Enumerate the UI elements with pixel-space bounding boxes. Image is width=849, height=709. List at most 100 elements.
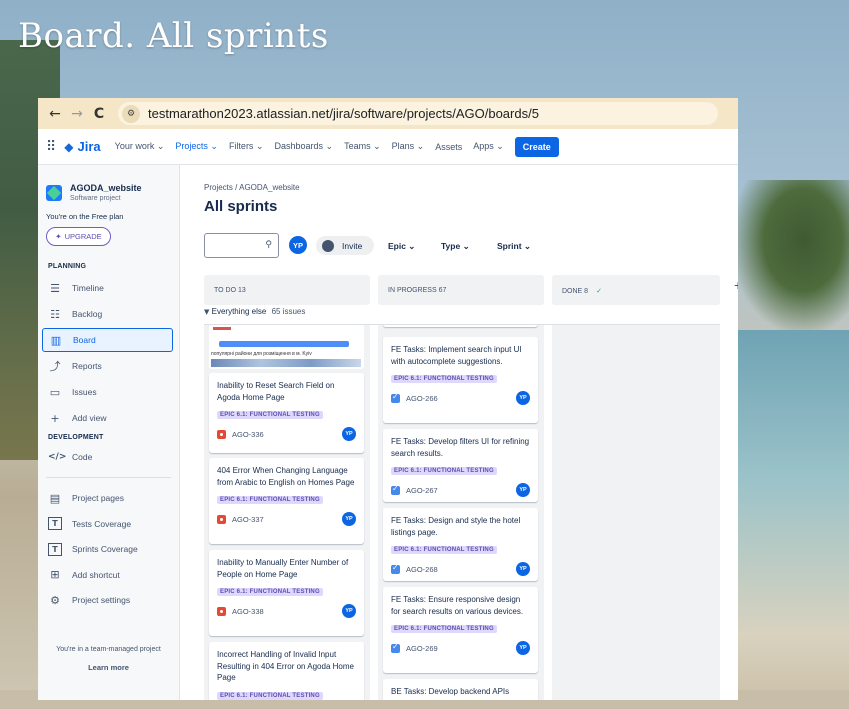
issue-card[interactable]: Inability to Reset Search Field on Agoda…	[209, 373, 364, 453]
sidebar-item-code[interactable]: </> Code	[38, 445, 179, 469]
swimlane-count: 65 issues	[271, 307, 306, 316]
card-partial[interactable]: YP	[383, 325, 538, 327]
assignee-avatar[interactable]: YP	[342, 512, 356, 526]
assignee-avatar[interactable]: YP	[516, 391, 530, 405]
add-column-icon[interactable]: +	[734, 277, 738, 293]
card-title: 404 Error When Changing Language from Ar…	[217, 466, 355, 487]
issue-card[interactable]: BE Tasks: Develop backend APIs	[383, 679, 538, 700]
browser-window: ← → C ⚙ testmarathon2023.atlassian.net/j…	[38, 98, 738, 700]
sidebar-item-label: Reports	[72, 361, 102, 371]
sidebar-item-add-view[interactable]: + Add view	[38, 406, 179, 430]
issue-card[interactable]: FE Tasks: Implement search input UI with…	[383, 337, 538, 423]
issue-key[interactable]: AGO-338	[232, 607, 264, 616]
epic-lozenge[interactable]: EPIC 6.1: FUNCTIONAL TESTING	[391, 625, 497, 633]
jira-logo[interactable]: ◆ Jira	[64, 139, 100, 154]
sidebar-item-label: Code	[72, 452, 93, 462]
sprint-filter[interactable]: Sprint ⌄	[497, 241, 531, 252]
sidebar-item-label: Timeline	[72, 283, 104, 293]
sidebar-item-sprints-coverage[interactable]: T Sprints Coverage	[38, 537, 179, 561]
board-search-input[interactable]: ⚲	[204, 233, 279, 258]
issue-card[interactable]: FE Tasks: Ensure responsive design for s…	[383, 587, 538, 673]
sidebar-item-reports[interactable]: ⤴ Reports	[38, 354, 179, 378]
sidebar-item-issues[interactable]: ▭ Issues	[38, 380, 179, 404]
task-icon	[391, 563, 400, 574]
project-settings-icon: ⚙	[50, 593, 60, 607]
plan-text: You're on the Free plan	[46, 212, 124, 221]
issue-card[interactable]: FE Tasks: Develop filters UI for refinin…	[383, 429, 538, 502]
project-header[interactable]: AGODA_website Software project	[38, 165, 179, 202]
site-settings-icon[interactable]: ⚙	[122, 104, 140, 123]
nav-your-work[interactable]: Your work ⌄	[115, 141, 165, 152]
upgrade-button[interactable]: ✦ UPGRADE	[46, 227, 111, 246]
assignee-avatar[interactable]: YP	[516, 641, 530, 655]
plus-icon: +	[50, 411, 60, 425]
epic-lozenge[interactable]: EPIC 6.1: FUNCTIONAL TESTING	[391, 467, 497, 475]
sidebar-item-project-settings[interactable]: ⚙ Project settings	[38, 588, 179, 612]
back-icon[interactable]: ←	[44, 106, 66, 122]
task-icon	[391, 484, 400, 495]
epic-lozenge[interactable]: EPIC 6.1: FUNCTIONAL TESTING	[217, 691, 323, 700]
forward-icon[interactable]: →	[66, 106, 88, 122]
sidebar-item-board[interactable]: ▥ Board	[42, 328, 173, 352]
issue-card[interactable]: FE Tasks: Design and style the hotel lis…	[383, 508, 538, 581]
epic-lozenge[interactable]: EPIC 6.1: FUNCTIONAL TESTING	[217, 411, 323, 419]
swimlane-header[interactable]: ▼ Everything else 65 issues	[204, 307, 305, 316]
issue-key[interactable]: AGO-268	[406, 565, 438, 574]
sidebar-item-timeline[interactable]: ☰ Timeline	[38, 276, 179, 300]
issue-key[interactable]: AGO-266	[406, 394, 438, 403]
issue-key[interactable]: AGO-337	[232, 515, 264, 524]
avatar[interactable]: YP	[289, 236, 307, 254]
learn-more-link[interactable]: Learn more	[38, 663, 179, 672]
issue-key[interactable]: AGO-267	[406, 486, 438, 495]
epic-filter[interactable]: Epic ⌄	[388, 241, 415, 252]
epic-lozenge[interactable]: EPIC 6.1: FUNCTIONAL TESTING	[217, 496, 323, 504]
reload-icon[interactable]: C	[88, 106, 110, 122]
issue-card[interactable]: Inability to Manually Enter Number of Pe…	[209, 550, 364, 636]
assignee-avatar[interactable]: YP	[516, 562, 530, 576]
url-text[interactable]: testmarathon2023.atlassian.net/jira/soft…	[148, 106, 539, 121]
issue-key[interactable]: AGO-336	[232, 430, 264, 439]
invite-button[interactable]: Invite	[316, 236, 374, 255]
column-label: IN PROGRESS 67	[388, 287, 447, 294]
card-title: Incorrect Handling of Invalid Input Resu…	[217, 650, 354, 682]
column-header-done[interactable]: DONE 8 ✓	[552, 275, 720, 305]
app-switcher-icon[interactable]: ⠿	[46, 139, 56, 155]
backlog-icon: ☷	[50, 307, 60, 321]
assignee-avatar[interactable]: YP	[342, 427, 356, 441]
type-filter[interactable]: Type ⌄	[441, 241, 470, 252]
jira-top-nav: ⠿ ◆ Jira Your work ⌄ Projects ⌄ Filters ⌄…	[38, 129, 738, 165]
sidebar-item-add-shortcut[interactable]: ⊞ Add shortcut	[38, 563, 179, 587]
epic-lozenge[interactable]: EPIC 6.1: FUNCTIONAL TESTING	[391, 375, 497, 383]
nav-assets[interactable]: Assets	[435, 142, 462, 152]
card-footer: AGO-266 YP	[391, 391, 530, 405]
issue-card[interactable]: 404 Error When Changing Language from Ar…	[209, 458, 364, 544]
nav-plans[interactable]: Plans ⌄	[392, 141, 425, 152]
planning-heading: PLANNING	[48, 263, 87, 270]
nav-apps[interactable]: Apps ⌄	[473, 141, 504, 152]
issue-key[interactable]: AGO-269	[406, 644, 438, 653]
breadcrumb[interactable]: Projects / AGODA_website	[204, 183, 300, 192]
assignee-avatar[interactable]: YP	[342, 604, 356, 618]
assignee-avatar[interactable]: YP	[516, 483, 530, 497]
epic-lozenge[interactable]: EPIC 6.1: FUNCTIONAL TESTING	[217, 588, 323, 596]
nav-teams[interactable]: Teams ⌄	[344, 141, 381, 152]
sidebar-item-project-pages[interactable]: ▤ Project pages	[38, 486, 179, 510]
nav-filters[interactable]: Filters ⌄	[229, 141, 264, 152]
card-cover-image[interactable]: популярні райони для розміщення в м. Kyi…	[209, 325, 364, 369]
nav-dashboards[interactable]: Dashboards ⌄	[274, 141, 333, 152]
address-bar[interactable]: ⚙ testmarathon2023.atlassian.net/jira/so…	[118, 102, 718, 125]
card-footer: AGO-268 YP	[391, 562, 530, 576]
sidebar-item-label: Add shortcut	[72, 569, 120, 580]
sidebar-item-backlog[interactable]: ☷ Backlog	[38, 302, 179, 326]
issue-card[interactable]: Incorrect Handling of Invalid Input Resu…	[209, 642, 364, 700]
sidebar-item-label: Project settings	[72, 595, 131, 605]
epic-lozenge[interactable]: EPIC 6.1: FUNCTIONAL TESTING	[391, 546, 497, 554]
nav-projects[interactable]: Projects ⌄	[175, 141, 218, 152]
sidebar-item-tests-coverage[interactable]: T Tests Coverage	[38, 512, 179, 536]
sidebar-item-label: Project pages	[72, 493, 124, 503]
task-icon	[391, 642, 400, 653]
project-type: Software project	[70, 195, 121, 202]
column-header-in-progress[interactable]: IN PROGRESS 67	[378, 275, 544, 305]
column-header-todo[interactable]: TO DO 13	[204, 275, 370, 305]
create-button[interactable]: Create	[514, 136, 559, 157]
